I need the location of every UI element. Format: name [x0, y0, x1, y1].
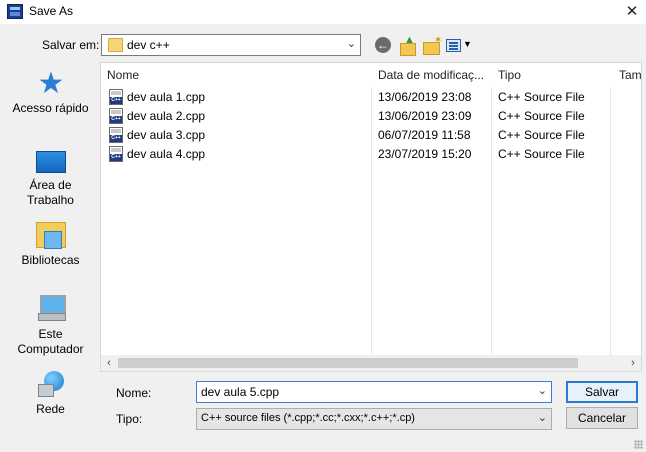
header-date[interactable]: Data de modificaç...: [378, 68, 484, 82]
chevron-down-icon: ⌄: [346, 38, 356, 50]
file-date: 23/07/2019 15:20: [378, 147, 472, 161]
libraries-icon: [36, 222, 66, 249]
window-title: Save As: [29, 4, 74, 18]
title-bar: Save As ✕: [0, 0, 646, 24]
sort-ascending-icon: ^: [232, 62, 237, 69]
file-type: C++ Source File: [498, 109, 585, 123]
file-type-select[interactable]: C++ source files (*.cpp;*.cc;*.cxx;*.c++…: [196, 408, 552, 430]
caret-down-icon: ▼: [463, 39, 472, 49]
place-quick-access[interactable]: ★ Acesso rápido: [4, 67, 97, 116]
close-button[interactable]: ✕: [618, 0, 646, 24]
file-name-label: Nome:: [116, 386, 152, 400]
quick-access-star-icon: ★: [37, 67, 65, 100]
up-folder-icon[interactable]: [399, 34, 417, 56]
cancel-button[interactable]: Cancelar: [566, 407, 638, 429]
place-network[interactable]: Rede: [4, 371, 97, 417]
current-folder: dev c++: [127, 38, 170, 52]
new-folder-icon[interactable]: [423, 35, 442, 55]
back-icon[interactable]: ←: [375, 37, 391, 53]
save-button[interactable]: Salvar: [566, 381, 638, 403]
computer-icon: [36, 295, 66, 321]
file-list[interactable]: ^ Nome Data de modificaç... Tipo Tam dev…: [100, 62, 642, 372]
cpp-file-icon: [109, 89, 123, 105]
chevron-down-icon: ⌄: [537, 412, 547, 424]
file-row[interactable]: dev aula 4.cpp 23/07/2019 15:20 C++ Sour…: [101, 145, 641, 164]
cpp-file-icon: [109, 146, 123, 162]
scroll-right-icon[interactable]: ›: [625, 355, 641, 371]
column-headers: ^ Nome Data de modificaç... Tipo Tam: [101, 63, 641, 87]
cpp-file-icon: [109, 108, 123, 124]
cpp-file-icon: [109, 127, 123, 143]
file-type: C++ Source File: [498, 128, 585, 142]
file-row[interactable]: dev aula 3.cpp 06/07/2019 11:58 C++ Sour…: [101, 126, 641, 145]
file-name: dev aula 3.cpp: [127, 128, 206, 142]
resize-grip-icon[interactable]: [634, 440, 643, 449]
file-name: dev aula 4.cpp: [127, 147, 206, 161]
file-row[interactable]: dev aula 2.cpp 13/06/2019 23:09 C++ Sour…: [101, 107, 641, 126]
scroll-left-icon[interactable]: ‹: [101, 355, 117, 371]
folder-icon: [108, 38, 123, 52]
desktop-icon: [36, 151, 66, 173]
file-name: dev aula 1.cpp: [127, 90, 206, 104]
file-name: dev aula 2.cpp: [127, 109, 206, 123]
horizontal-scrollbar[interactable]: ‹ ›: [101, 355, 641, 371]
file-type: C++ Source File: [498, 147, 585, 161]
save-in-dropdown[interactable]: dev c++ ⌄: [101, 34, 361, 56]
file-name-input[interactable]: dev aula 5.cpp ⌄: [196, 381, 552, 403]
app-icon: [7, 4, 23, 19]
save-in-label: Salvar em:: [42, 38, 100, 52]
place-desktop[interactable]: Área de Trabalho: [4, 147, 97, 208]
file-date: 13/06/2019 23:09: [378, 109, 472, 123]
header-type[interactable]: Tipo: [498, 68, 521, 82]
file-date: 13/06/2019 23:08: [378, 90, 472, 104]
file-row[interactable]: dev aula 1.cpp 13/06/2019 23:08 C++ Sour…: [101, 88, 641, 107]
header-name[interactable]: Nome: [107, 68, 139, 82]
file-name-value: dev aula 5.cpp: [201, 385, 280, 399]
file-type-value: C++ source files (*.cpp;*.cc;*.cxx;*.c++…: [201, 412, 415, 424]
file-type-label: Tipo:: [116, 412, 143, 426]
place-this-pc[interactable]: Este Computador: [4, 295, 97, 357]
places-sidebar: ★ Acesso rápido Área de Trabalho Bibliot…: [4, 63, 97, 428]
chevron-down-icon[interactable]: ⌄: [538, 384, 547, 397]
file-type: C++ Source File: [498, 90, 585, 104]
close-icon: ✕: [625, 3, 639, 20]
place-libraries[interactable]: Bibliotecas: [4, 222, 97, 268]
scrollbar-thumb[interactable]: [118, 358, 578, 368]
header-size[interactable]: Tam: [619, 68, 641, 82]
view-menu-icon[interactable]: ▼: [446, 37, 472, 55]
network-icon: [36, 371, 66, 397]
file-date: 06/07/2019 11:58: [378, 128, 471, 142]
view-list-icon: [446, 39, 461, 52]
